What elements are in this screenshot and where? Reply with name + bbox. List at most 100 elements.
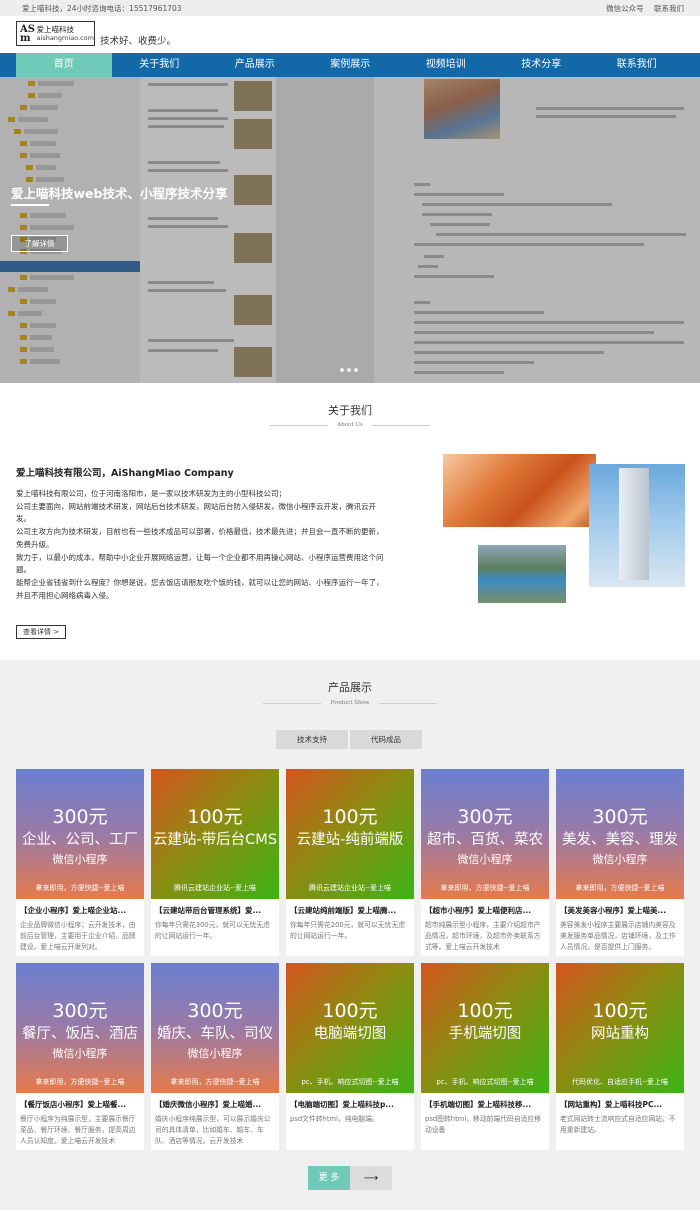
wechat-link[interactable]: 微信公众号	[606, 4, 644, 13]
product-card[interactable]: 300元美发、美容、理发 微信小程序拿来即用，方便快捷--爱上喵【美发美容小程序】…	[556, 769, 684, 956]
product-tagline: 腾讯云建站企业站--爱上喵	[173, 884, 257, 892]
product-image[interactable]: 300元婚庆、车队、司仪 微信小程序拿来即用，方便快捷--爱上喵	[151, 963, 279, 1093]
arrow-right-icon[interactable]: ⟶	[350, 1166, 392, 1190]
product-image[interactable]: 300元 餐厅、饭店、酒店 微信小程序 拿来即用，方便快捷--爱上喵	[16, 963, 144, 1093]
product-title[interactable]: 【婚庆微信小程序】爱上喵婚...	[151, 1093, 279, 1110]
product-price: 100元	[457, 1000, 513, 1022]
product-tags: 美发、美容、理发	[562, 832, 678, 848]
hero-title: 爱上喵科技web技术、小程序技术分享	[11, 186, 228, 201]
product-image[interactable]: 300元 超市、百货、菜农 微信小程序 拿来即用，方便快捷--爱上喵	[421, 769, 549, 899]
more-button[interactable]: 更 多	[308, 1166, 350, 1190]
product-description: 婚庆小程序纯展示型，可以展示婚庆公司的具体清单，比如婚车、婚车、车队、酒店等情况…	[155, 1115, 271, 1144]
product-card[interactable]: 300元 餐厅、饭店、酒店 微信小程序 拿来即用，方便快捷--爱上喵 【餐厅饭店小程序】…	[16, 963, 144, 1150]
product-card[interactable]: 100元 电脑端切图 pc、手机、响应式切图--爱上喵 【电脑端切图】爱上喵科技p..…	[286, 963, 414, 1150]
product-description: psd文件转html，纯电脑端。	[290, 1115, 379, 1123]
product-image[interactable]: 100元 云建站-纯前端版 腾讯云建站企业站--爱上喵	[286, 769, 414, 899]
product-price: 100元	[322, 806, 378, 828]
product-description: 你每年只需花300元，就可以无忧无虑的让网站运行一年。	[155, 921, 270, 940]
nav-item-home[interactable]: 首页	[16, 53, 112, 77]
product-image[interactable]: 100元手机端切图 pc、手机、响应式切图--爱上喵	[421, 963, 549, 1093]
product-image[interactable]: 100元 云建站-带后台CMS 腾讯云建站企业站--爱上喵	[151, 769, 279, 899]
product-tagline: 拿来即用，方便快捷--爱上喵	[35, 1078, 125, 1086]
office-tower-image	[589, 464, 685, 587]
products-more[interactable]: 更 多 ⟶	[308, 1166, 392, 1190]
carousel-dot[interactable]	[347, 368, 351, 372]
product-tabs: 技术支持 代码成品	[276, 730, 422, 749]
product-card[interactable]: 300元婚庆、车队、司仪 微信小程序拿来即用，方便快捷--爱上喵【婚庆微信小程序】…	[151, 963, 279, 1150]
product-card[interactable]: 100元 网站重构 代码优化、自适应手机--爱上喵 【网站重构】爱上喵科技PC... 老…	[556, 963, 684, 1150]
product-card[interactable]: 300元 超市、百货、菜农 微信小程序 拿来即用，方便快捷--爱上喵 【超市小程序】爱上…	[421, 769, 549, 956]
product-card[interactable]: 100元手机端切图 pc、手机、响应式切图--爱上喵【手机端切图】爱上喵科技移..…	[421, 963, 549, 1150]
nav-item-about[interactable]: 关于我们	[112, 53, 208, 77]
product-title[interactable]: 【电脑端切图】爱上喵科技p...	[286, 1093, 414, 1110]
company-name: 爱上喵科技有限公司，AiShangMiao Company	[16, 468, 234, 479]
products-section: 产品展示 Product Show 技术支持 代码成品 300元 企业、公司、工厂…	[0, 660, 700, 1210]
product-image[interactable]: 300元美发、美容、理发 微信小程序拿来即用，方便快捷--爱上喵	[556, 769, 684, 899]
product-tagline: pc、手机、响应式切图--爱上喵	[436, 1078, 534, 1086]
product-card[interactable]: 100元 云建站-纯前端版 腾讯云建站企业站--爱上喵 【云建站纯前端版】爱上喵腾..…	[286, 769, 414, 956]
product-price: 300元	[592, 806, 648, 828]
product-tagline: 拿来即用，方便快捷--爱上喵	[440, 884, 530, 892]
product-card[interactable]: 100元 云建站-带后台CMS 腾讯云建站企业站--爱上喵 【云建站带后台管理系统】爱…	[151, 769, 279, 956]
product-tagline: pc、手机、响应式切图--爱上喵	[301, 1078, 399, 1086]
logo-mark: AS m	[20, 23, 35, 44]
product-price: 300元	[52, 1000, 108, 1022]
product-kind: 微信小程序	[187, 1047, 243, 1060]
carousel-dot[interactable]	[340, 368, 344, 372]
product-title[interactable]: 【手机端切图】爱上喵科技移...	[421, 1093, 549, 1110]
product-kind: 微信小程序	[52, 1047, 108, 1060]
product-tags: 手机端切图	[448, 1026, 522, 1042]
product-card[interactable]: 300元 企业、公司、工厂 微信小程序 拿来即用，方便快捷--爱上喵 【企业小程序】爱上…	[16, 769, 144, 956]
product-title[interactable]: 【网站重构】爱上喵科技PC...	[556, 1093, 684, 1110]
product-description: 超市纯展示型小程序，主要介绍超市产品情况，超市环境，及超市外卖联系方式等。爱上喵…	[425, 921, 541, 950]
product-tagline: 腾讯云建站企业站--爱上喵	[308, 884, 392, 892]
product-title[interactable]: 【云建站带后台管理系统】爱...	[151, 899, 279, 916]
hero-title-underline	[11, 204, 49, 206]
nav-item-contact[interactable]: 联系我们	[589, 53, 685, 77]
product-title[interactable]: 【企业小程序】爱上喵企业站...	[16, 899, 144, 916]
product-tags: 超市、百货、菜农	[427, 832, 543, 848]
tab-tech-support[interactable]: 技术支持	[276, 730, 348, 749]
carousel-dot[interactable]	[354, 368, 358, 372]
product-kind: 微信小程序	[457, 853, 513, 866]
nav-item-products[interactable]: 产品展示	[207, 53, 303, 77]
factory-aerial-image	[478, 545, 566, 603]
product-price: 300元	[187, 1000, 243, 1022]
logo-domain: aishangmiao.com	[36, 33, 94, 42]
product-tags: 网站重构	[591, 1026, 649, 1042]
product-image[interactable]: 100元 电脑端切图 pc、手机、响应式切图--爱上喵	[286, 963, 414, 1093]
product-price: 300元	[52, 806, 108, 828]
about-subtitle: About Us	[0, 422, 700, 428]
about-description: 爱上喵科技有限公司，位于河南洛阳市，是一家以技术研发为主的小型科技公司； 公司主…	[16, 488, 388, 602]
product-description: 美容美发小程序主要展示店铺内美容及美发服务单品情况，店铺环境，及工作人员情况，是…	[560, 921, 676, 950]
product-image[interactable]: 300元 企业、公司、工厂 微信小程序 拿来即用，方便快捷--爱上喵	[16, 769, 144, 899]
product-description: 企业品牌微信小程序；云开发技术，由前后台管理，主要用于企业介绍，品牌建设。爱上喵…	[20, 921, 136, 950]
product-tagline: 拿来即用，方便快捷--爱上喵	[170, 1078, 260, 1086]
nav-item-video[interactable]: 视频培训	[398, 53, 494, 77]
nav-item-cases[interactable]: 案例展示	[303, 53, 399, 77]
product-description: psd图转html，移动前端代码自适应移动设备	[425, 1115, 542, 1134]
contact-link[interactable]: 联系我们	[654, 4, 684, 13]
site-logo[interactable]: AS m 爱上喵科技 aishangmiao.com	[16, 21, 95, 46]
about-paragraph: 公司主攻方向为技术研发，目前也有一些技术成品可以部署，价格最低，技术最先进；并且…	[16, 527, 384, 549]
product-kind: 微信小程序	[592, 853, 648, 866]
about-title: 关于我们	[328, 404, 372, 417]
hero-details-button[interactable]: 了解详情	[11, 235, 68, 252]
tab-code-products[interactable]: 代码成品	[350, 730, 422, 749]
nav-item-tech[interactable]: 技术分享	[494, 53, 590, 77]
about-paragraph: 爱上喵科技有限公司，位于河南洛阳市，是一家以技术研发为主的小型科技公司；	[16, 489, 286, 498]
product-tagline: 拿来即用，方便快捷--爱上喵	[575, 884, 665, 892]
product-title[interactable]: 【餐厅饭店小程序】爱上喵餐...	[16, 1093, 144, 1110]
product-tags: 婚庆、车队、司仪	[157, 1026, 273, 1042]
product-description: 老式网站转士流响应式自适应网站，不用重新建站。	[560, 1115, 676, 1134]
site-header: AS m 爱上喵科技 aishangmiao.com 技术好、收费少。	[0, 16, 700, 53]
product-description: 餐厅小程序为纯展示型，主要展示餐厅菜品、餐厅环境、餐厅服务，提高周边人员认知度。…	[20, 1115, 136, 1144]
about-more-button[interactable]: 查看详情 >	[16, 625, 66, 639]
about-paragraph: 致力于，以最小的成本，帮助中小企业开展网络运营，让每一个企业都不用再操心网站、小…	[16, 552, 384, 575]
hero-banner[interactable]: 爱上喵科技web技术、小程序技术分享 了解详情	[0, 77, 700, 383]
product-title[interactable]: 【超市小程序】爱上喵便利店...	[421, 899, 549, 916]
carousel-dots[interactable]	[340, 368, 358, 372]
product-title[interactable]: 【美发美容小程序】爱上喵美...	[556, 899, 684, 916]
product-title[interactable]: 【云建站纯前端版】爱上喵腾...	[286, 899, 414, 916]
product-image[interactable]: 100元 网站重构 代码优化、自适应手机--爱上喵	[556, 963, 684, 1093]
